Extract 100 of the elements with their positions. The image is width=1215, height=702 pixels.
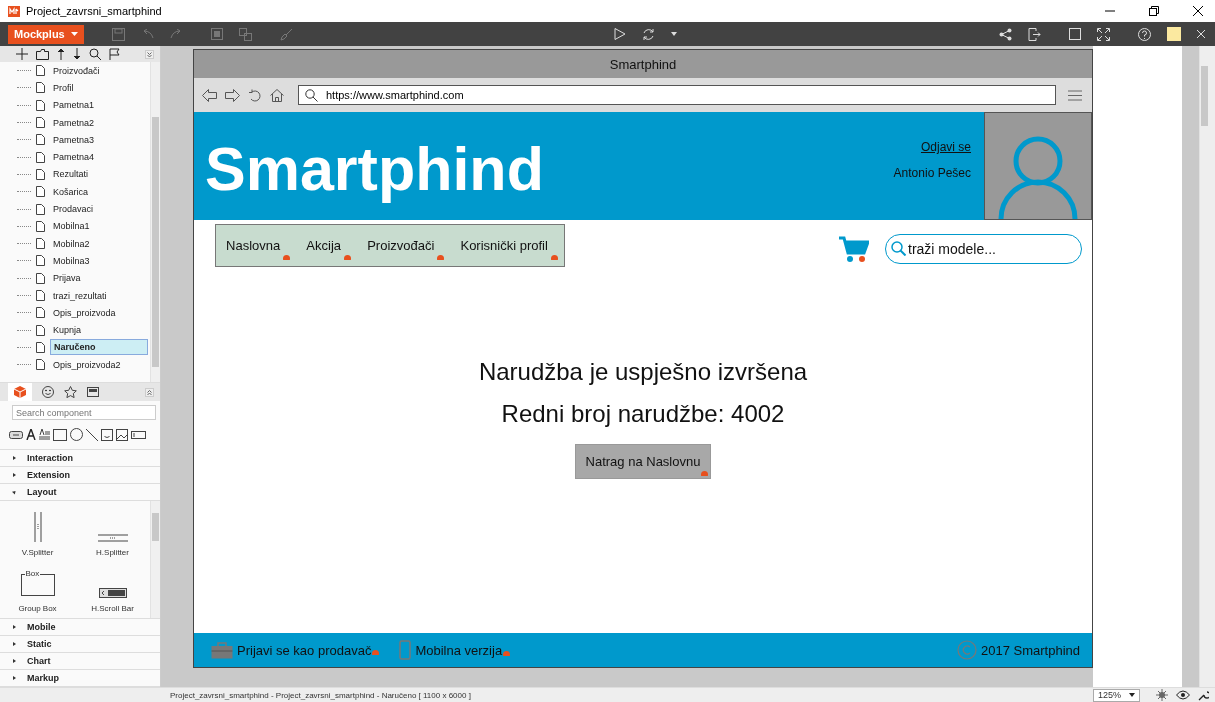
- scrollbar[interactable]: [1199, 46, 1215, 687]
- image-icon[interactable]: [116, 428, 128, 441]
- home-icon[interactable]: [270, 88, 284, 102]
- folder-icon[interactable]: [36, 48, 49, 60]
- page-tree-item[interactable]: Naručeno: [50, 339, 148, 356]
- text-icon[interactable]: [26, 429, 36, 440]
- component-label[interactable]: H.Scroll Bar: [91, 604, 134, 614]
- page-icon: [36, 220, 45, 232]
- line-icon[interactable]: [86, 428, 98, 441]
- eye-icon[interactable]: [1176, 690, 1190, 700]
- play-icon[interactable]: [614, 28, 627, 40]
- star-icon[interactable]: [64, 386, 77, 398]
- rectangle-icon[interactable]: [53, 428, 67, 441]
- nav-link[interactable]: Proizvođači: [367, 237, 441, 253]
- search-field[interactable]: Search component: [12, 405, 156, 420]
- category-header[interactable]: Mobile: [0, 618, 160, 636]
- scroll-bar-icon[interactable]: [98, 588, 127, 599]
- scrollbar[interactable]: [150, 501, 160, 618]
- cart-icon[interactable]: [839, 235, 869, 263]
- page-icon: [36, 168, 45, 180]
- window-icon[interactable]: [1069, 28, 1081, 40]
- back-icon[interactable]: [202, 88, 217, 102]
- flag-icon[interactable]: [109, 48, 120, 60]
- input-shape-icon[interactable]: [131, 430, 146, 439]
- page-tree-item[interactable]: Mobilna2: [50, 236, 93, 251]
- user-name: Antonio Pešec: [893, 166, 971, 180]
- page-tree-item[interactable]: Mobilna3: [50, 253, 93, 268]
- nav-link[interactable]: Akcija: [306, 237, 348, 253]
- copyright-icon: [957, 640, 977, 660]
- page-tree-item[interactable]: Opis_proizvoda: [50, 305, 119, 320]
- interaction-marker-icon: [372, 649, 380, 655]
- help-icon[interactable]: [1138, 27, 1151, 41]
- page-tree-item[interactable]: Rezultati: [50, 167, 91, 182]
- category-header[interactable]: Layout: [0, 484, 160, 502]
- page-tree-item[interactable]: Pametna3: [50, 132, 98, 147]
- phone-icon: [399, 640, 412, 660]
- forward-icon[interactable]: [225, 88, 240, 102]
- circle-icon[interactable]: [70, 428, 83, 441]
- reload-icon[interactable]: [248, 88, 262, 102]
- share-icon[interactable]: [999, 27, 1012, 41]
- smiley-icon[interactable]: [101, 428, 113, 441]
- confirmation-message: Redni broj narudžbe: 4002: [501, 400, 785, 429]
- collapse-icon[interactable]: [145, 387, 154, 397]
- up-arrow-icon[interactable]: [57, 48, 65, 60]
- fullscreen-icon[interactable]: [1097, 27, 1110, 41]
- nav-link[interactable]: Korisnički profil: [460, 237, 554, 253]
- back-to-home-button[interactable]: Natrag na Naslovnu: [574, 444, 712, 479]
- page-tree-item[interactable]: Pametna1: [50, 98, 98, 113]
- category-header[interactable]: Interaction: [0, 450, 160, 467]
- url-field[interactable]: https://www.smartphind.com: [298, 85, 1056, 105]
- restore-icon[interactable]: [1149, 6, 1159, 16]
- category-header[interactable]: Extension: [0, 467, 160, 485]
- refresh-icon[interactable]: [642, 27, 656, 41]
- panel-icon[interactable]: [87, 387, 99, 397]
- scrollbar[interactable]: [150, 62, 160, 382]
- page-tree-item[interactable]: Košarica: [50, 184, 91, 199]
- page-tree-item[interactable]: Kupnja: [50, 323, 85, 338]
- page-tree-item[interactable]: Opis_proizvoda2: [50, 357, 124, 372]
- page-icon: [36, 307, 45, 319]
- button-shape-icon[interactable]: [9, 430, 23, 439]
- caret-icon[interactable]: [671, 32, 678, 36]
- page-icon: [36, 238, 45, 250]
- page-tree-item[interactable]: Prodavaci: [50, 202, 97, 216]
- search-field[interactable]: traži modele...: [885, 234, 1082, 264]
- close-icon[interactable]: [1193, 6, 1203, 16]
- page-tree-item[interactable]: Pametna2: [50, 115, 98, 130]
- logout-link[interactable]: Odjavi se: [920, 140, 971, 154]
- plus-icon[interactable]: [16, 48, 28, 60]
- search-icon: [305, 88, 318, 102]
- component-label[interactable]: Group Box: [18, 604, 57, 614]
- component-label[interactable]: H.Splitter: [96, 548, 129, 558]
- page-tree-item[interactable]: Mobilna1: [50, 219, 93, 234]
- category-header[interactable]: Static: [0, 635, 160, 653]
- category-header[interactable]: Chart: [0, 652, 160, 670]
- category-header[interactable]: Markup: [0, 669, 160, 687]
- page-tree-item[interactable]: Proizvođači: [50, 63, 103, 78]
- confirmation-message: Narudžba je uspješno izvršena: [478, 358, 808, 387]
- page-tree-item[interactable]: Profil: [50, 80, 77, 95]
- export-icon[interactable]: [1028, 27, 1041, 41]
- page-tree-item[interactable]: trazi_rezultati: [50, 288, 110, 303]
- search-icon[interactable]: [89, 48, 101, 60]
- page-icon: [36, 151, 45, 163]
- mockplus-menu-button[interactable]: Mockplus: [8, 24, 84, 44]
- footer-link[interactable]: Prijavi se kao prodavač: [211, 641, 380, 659]
- zoom-dropdown[interactable]: 125%: [1092, 688, 1140, 702]
- components-tab[interactable]: [8, 383, 32, 401]
- nav-link[interactable]: Naslovna: [226, 237, 287, 253]
- component-label[interactable]: V.Splitter: [21, 548, 54, 558]
- interaction-marker-icon: [550, 254, 558, 260]
- collapse-icon[interactable]: [145, 49, 154, 59]
- down-arrow-icon[interactable]: [73, 48, 81, 60]
- sun-icon[interactable]: [1156, 689, 1168, 701]
- page-tree-item[interactable]: Pametna4: [50, 150, 98, 165]
- page-tree-item[interactable]: Prijava: [50, 271, 84, 286]
- footer-link[interactable]: Mobilna verzija: [399, 640, 511, 660]
- menu-icon[interactable]: [1068, 89, 1082, 101]
- page-icon: [36, 203, 45, 215]
- paragraph-icon[interactable]: [39, 429, 50, 440]
- search-icon: [891, 241, 906, 256]
- smiley-icon[interactable]: [42, 386, 54, 398]
